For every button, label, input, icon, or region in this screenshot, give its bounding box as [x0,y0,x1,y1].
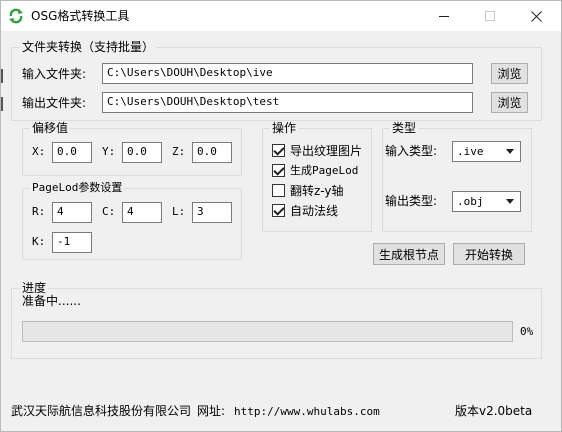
website-url: http://www.whulabs.com [234,405,380,418]
flip-zy-axis-label: 翻转z-y轴 [290,184,344,198]
close-button[interactable] [513,1,559,31]
type-group-legend: 类型 [390,121,419,135]
flip-zy-axis-checkbox[interactable]: 翻转z-y轴 [272,182,344,199]
version-text: 版本v2.0beta [455,404,533,418]
folder-group-legend: 文件夹转换（支持批量） [20,40,157,54]
input-folder-field[interactable]: C:\Users\DOUH\Desktop\ive [102,63,473,84]
maximize-button[interactable] [467,1,513,31]
offset-y-field[interactable]: 0.0 [122,142,162,163]
window-title: OSG格式转换工具 [31,9,130,23]
pagelod-l-label: L: [172,205,186,218]
offset-z-field[interactable]: 0.0 [192,142,232,163]
progress-status-text: 准备中...... [22,294,81,308]
output-folder-field[interactable]: C:\Users\DOUH\Desktop\test [102,92,473,113]
checkbox-mark [272,163,285,177]
generate-pagelod-label: 生成PageLod [290,164,359,177]
generate-pagelod-checkbox[interactable]: 生成PageLod [272,162,358,178]
offset-y-label: Y: [102,145,116,158]
edge-marker [1,97,3,111]
offset-z-label: Z: [172,145,186,158]
output-folder-label: 输出文件夹: [22,96,87,110]
auto-normals-label: 自动法线 [290,204,339,218]
title-bar: OSG格式转换工具 [1,1,561,31]
export-texture-checkbox[interactable]: 导出纹理图片 [272,142,362,159]
pagelod-k-field[interactable]: -1 [52,232,92,253]
input-type-select[interactable]: .ive [452,141,521,162]
refresh-arrows-icon [9,8,23,24]
pagelod-c-field[interactable]: 4 [122,202,162,223]
progress-percent-text: 0% [520,325,534,338]
operations-group-legend: 操作 [270,121,299,135]
output-type-value: .obj [457,195,484,208]
checkbox-mark [272,204,285,217]
auto-normals-checkbox[interactable]: 自动法线 [272,202,338,219]
output-type-select[interactable]: .obj [452,191,521,212]
pagelod-k-label: K: [32,235,46,248]
chevron-down-icon [506,199,514,204]
export-texture-label: 导出纹理图片 [290,144,363,158]
offset-x-label: X: [32,145,46,158]
offset-group-legend: 偏移值 [30,121,71,135]
input-browse-button[interactable]: 浏览 [491,63,528,84]
minimize-icon [439,15,449,17]
start-convert-button[interactable]: 开始转换 [453,243,525,265]
close-icon [530,10,542,22]
pagelod-group-legend: PageLod参数设置 [30,181,125,195]
website-label: 网址: [197,404,226,418]
minimize-button[interactable] [421,1,467,31]
checkbox-mark [272,144,285,157]
generate-root-button[interactable]: 生成根节点 [373,243,445,265]
progress-bar [22,321,513,342]
company-name: 武汉天际航信息科技股份有限公司 [11,404,192,418]
app-window: OSG格式转换工具 文件夹转换（支持批量） 输入文件夹: C:\Users\DO… [0,0,562,432]
pagelod-r-label: R: [32,205,46,218]
pagelod-l-field[interactable]: 3 [192,202,232,223]
chevron-down-icon [506,149,514,154]
offset-x-field[interactable]: 0.0 [52,142,92,163]
edge-marker [1,69,3,83]
input-type-value: .ive [457,145,484,158]
checkbox-mark [272,184,285,197]
output-browse-button[interactable]: 浏览 [491,92,528,113]
pagelod-c-label: C: [102,205,116,218]
output-type-label: 输出类型: [385,194,438,208]
maximize-icon [485,11,495,21]
input-folder-label: 输入文件夹: [22,67,87,81]
input-type-label: 输入类型: [385,144,438,158]
pagelod-r-field[interactable]: 4 [52,202,92,223]
